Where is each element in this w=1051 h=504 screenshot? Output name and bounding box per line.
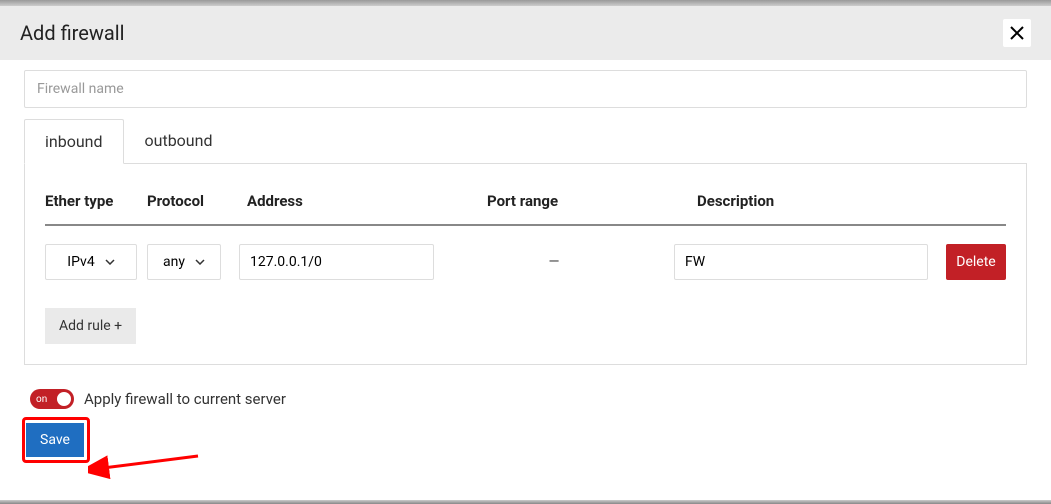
- save-button-wrap: Save: [26, 423, 84, 457]
- close-button[interactable]: [1003, 19, 1031, 47]
- add-rule-button[interactable]: Add rule +: [45, 308, 136, 344]
- modal-title: Add firewall: [20, 21, 124, 45]
- chevron-down-icon: [105, 259, 115, 265]
- th-ether: Ether type: [45, 192, 137, 210]
- th-action: [936, 192, 1006, 210]
- address-input[interactable]: [239, 244, 434, 280]
- protocol-value: any: [163, 254, 185, 270]
- rules-table-header: Ether type Protocol Address Port range D…: [45, 192, 1006, 226]
- delete-rule-button[interactable]: Delete: [946, 244, 1006, 280]
- save-button[interactable]: Save: [26, 423, 84, 457]
- firewall-name-input[interactable]: [24, 70, 1027, 108]
- description-input[interactable]: [674, 244, 928, 280]
- toggle-knob: [57, 392, 71, 406]
- chevron-down-icon: [195, 259, 205, 265]
- port-range-value: —: [464, 254, 644, 270]
- toggle-state-label: on: [36, 394, 47, 405]
- ether-type-value: IPv4: [67, 254, 94, 270]
- apply-toggle[interactable]: on: [30, 389, 74, 409]
- ether-type-select[interactable]: IPv4: [45, 244, 137, 280]
- apply-toggle-text: Apply firewall to current server: [84, 390, 286, 408]
- bottom-decor-bar: [0, 500, 1051, 504]
- th-protocol: Protocol: [147, 192, 237, 210]
- th-address: Address: [247, 192, 457, 210]
- modal-header: Add firewall: [0, 6, 1051, 60]
- th-port: Port range: [487, 192, 667, 210]
- tabs-row: inbound outbound: [24, 118, 1027, 163]
- th-description: Description: [697, 192, 936, 210]
- tab-panel: Ether type Protocol Address Port range D…: [24, 163, 1027, 365]
- tab-outbound[interactable]: outbound: [124, 118, 234, 163]
- tab-inbound[interactable]: inbound: [24, 119, 124, 164]
- apply-toggle-row: on Apply firewall to current server: [30, 389, 1027, 409]
- protocol-select[interactable]: any: [147, 244, 221, 280]
- close-icon: [1010, 26, 1024, 40]
- table-row: IPv4 any — Delete: [45, 244, 1006, 280]
- modal-body: inbound outbound Ether type Protocol Add…: [0, 60, 1051, 477]
